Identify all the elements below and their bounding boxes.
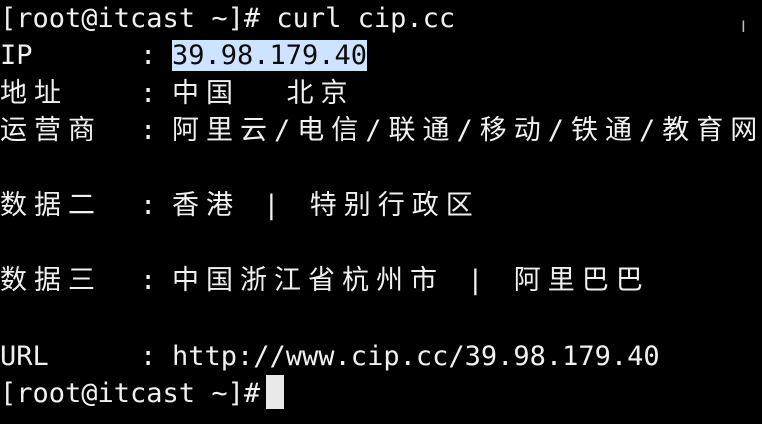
field-separator: : bbox=[140, 115, 157, 146]
output-row-isp: 运营商: 阿里云/电信/联通/移动/铁通/教育网 bbox=[0, 112, 762, 150]
prompt: [root@itcast ~]# bbox=[0, 378, 261, 409]
field-key-data3: 数据三 bbox=[0, 265, 102, 296]
output-row-ip: IP:39.98.179.40 bbox=[0, 37, 368, 75]
output-row-data3: 数据三: 中国浙江省杭州市 | 阿里巴巴 bbox=[0, 262, 650, 300]
output-row-url: URL: http://www.cip.cc/39.98.179.40 bbox=[0, 338, 660, 376]
terminal-window[interactable]: [root@itcast ~]# curl cip.cc IP:39.98.17… bbox=[0, 0, 762, 424]
field-key-isp: 运营商 bbox=[0, 115, 102, 146]
output-row-address: 地址: 中国 北京 bbox=[0, 75, 355, 113]
prompt: [root@itcast ~]# bbox=[0, 3, 261, 34]
field-value-data3: 中国浙江省杭州市 | 阿里巴巴 bbox=[172, 265, 650, 296]
field-value-isp: 阿里云/电信/联通/移动/铁通/教育网 bbox=[172, 115, 762, 146]
field-key-url: URL bbox=[0, 341, 49, 372]
command-text: curl cip.cc bbox=[260, 3, 456, 34]
field-separator: : bbox=[140, 190, 157, 221]
field-key-address: 地址 bbox=[0, 78, 68, 109]
prompt-line[interactable]: [root@itcast ~]# bbox=[0, 375, 285, 413]
field-value-data2: 香港 | 特别行政区 bbox=[172, 190, 480, 221]
field-value-address: 中国 北京 bbox=[172, 78, 355, 109]
text-cursor-block bbox=[266, 375, 285, 409]
field-separator: : bbox=[140, 40, 157, 71]
field-separator: : bbox=[140, 341, 157, 372]
field-separator: : bbox=[140, 265, 157, 296]
field-key-ip: IP bbox=[0, 40, 33, 71]
field-key-data2: 数据二 bbox=[0, 190, 102, 221]
output-row-data2: 数据二: 香港 | 特别行政区 bbox=[0, 187, 480, 225]
field-separator: : bbox=[140, 78, 157, 109]
field-value-ip-selected: 39.98.179.40 bbox=[172, 40, 368, 71]
command-line: [root@itcast ~]# curl cip.cc bbox=[0, 0, 455, 38]
i-beam-cursor-icon: I bbox=[741, 17, 746, 36]
field-value-url: http://www.cip.cc/39.98.179.40 bbox=[172, 341, 660, 372]
